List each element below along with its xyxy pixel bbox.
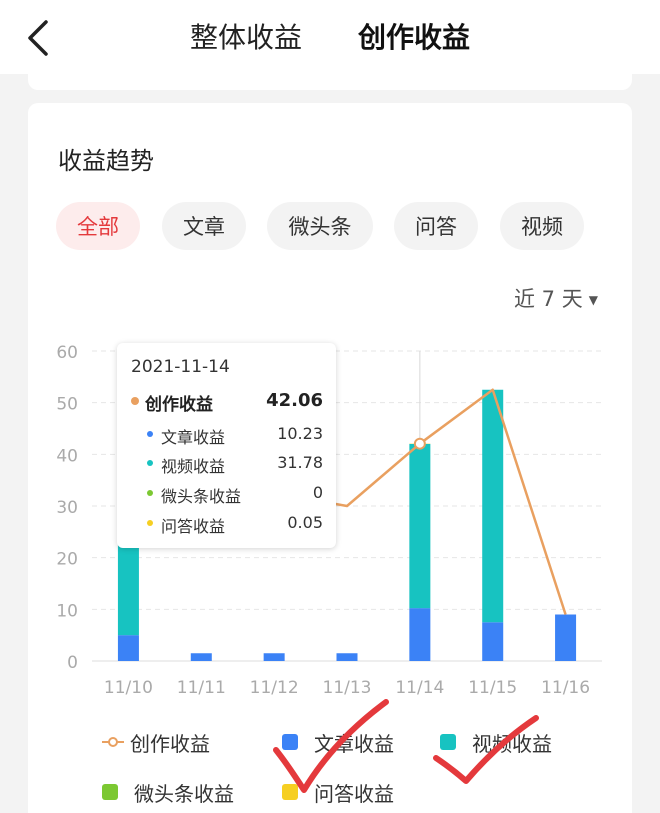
red-checkmark-annotation bbox=[433, 715, 539, 784]
annotation-overlay bbox=[273, 699, 539, 793]
red-checkmark-annotation bbox=[273, 699, 389, 793]
